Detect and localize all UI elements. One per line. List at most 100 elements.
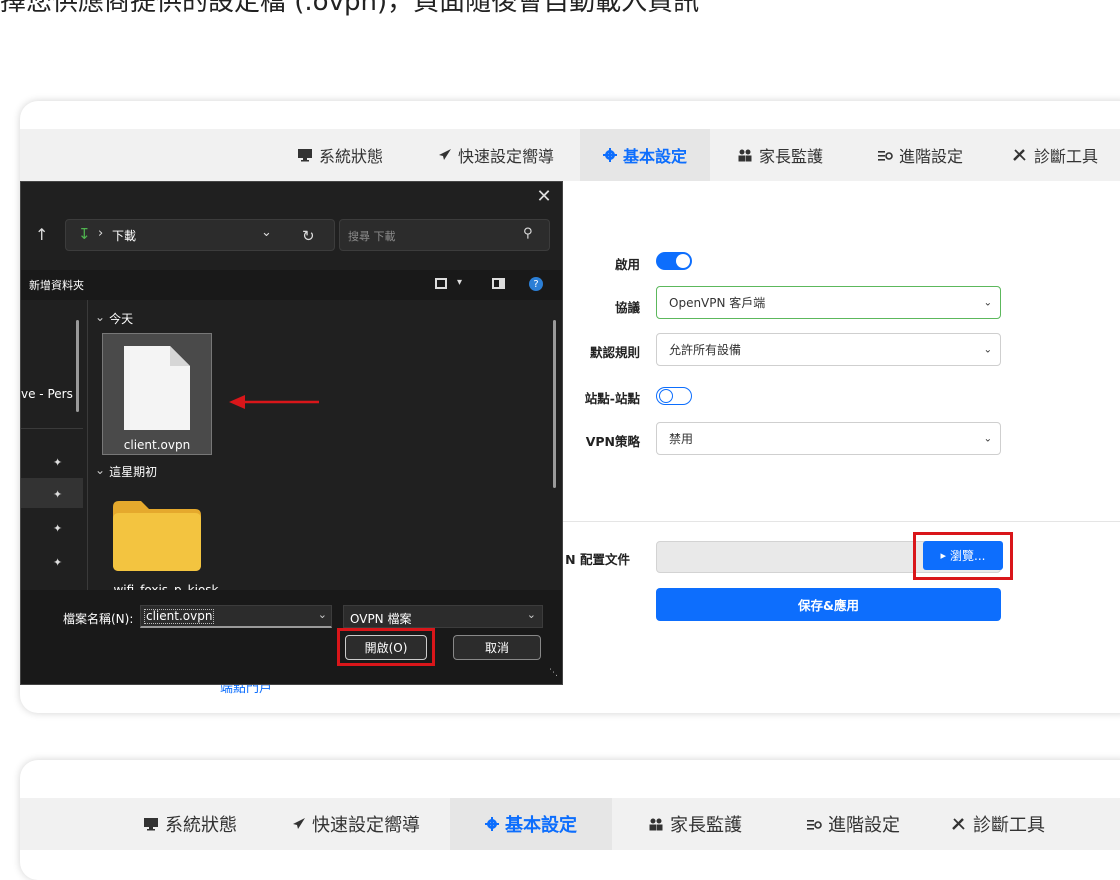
tools-icon [951, 817, 967, 831]
pin-icon: ✦ [53, 488, 63, 501]
nav-pane-divider [21, 428, 83, 429]
file-item-name: client.ovpn [123, 438, 191, 452]
tools-icon [1012, 148, 1028, 162]
nav-item-diagnostics[interactable]: 診斷工具 [928, 798, 1068, 850]
filetype-select-value: OVPN 檔案 [350, 612, 412, 626]
help-icon[interactable]: ? [529, 277, 543, 291]
nav-item-label: 系統狀態 [165, 815, 237, 836]
enable-toggle[interactable] [656, 252, 692, 270]
nav-item-label: 診斷工具 [973, 815, 1045, 836]
nav-item-label: 快速設定嚮導 [457, 147, 554, 166]
nav-item-system-status[interactable]: 系統狀態 [270, 129, 410, 181]
preview-pane-icon[interactable] [492, 278, 505, 289]
open-button[interactable]: 開啟(O) [345, 635, 427, 660]
browse-button-label: 瀏覽... [950, 549, 986, 563]
nav-item-parental-control[interactable]: 家長監護 [710, 129, 850, 181]
nav-item-advanced-settings[interactable]: 進階設定 [850, 129, 990, 181]
cancel-button[interactable]: 取消 [453, 635, 541, 660]
page-caption: 擇您供應商提供的設定檔 (.ovpn)，頁面隨後會自動載入資訊 [0, 0, 700, 17]
file-item-selected[interactable]: client.ovpn [102, 333, 212, 455]
users-icon [737, 148, 753, 162]
open-file-dialog: ✕ ↑ ↧ › 下載 ⌄ ↻ 搜尋 下載 ⚲ 新增資料夾 ▾ ? ve - Pe… [20, 181, 563, 685]
site-to-site-toggle[interactable] [656, 387, 692, 405]
filename-input-value: client.ovpn [144, 609, 215, 624]
new-folder-button[interactable]: 新增資料夾 [29, 277, 84, 293]
nav-item-basic-settings[interactable]: 基本設定 [450, 798, 612, 850]
pin-icon: ✦ [53, 556, 63, 569]
nav-pane-item-onedrive[interactable]: ve - Pers [21, 387, 73, 401]
folder-open-icon: ▸ [940, 549, 947, 562]
protocol-label: 協議 [614, 300, 640, 315]
nav-item-quick-setup[interactable]: 快速設定嚮導 [410, 129, 580, 181]
group-header-today[interactable]: ⌄ 今天 [95, 310, 133, 327]
default-rule-select[interactable]: 允許所有設備 ⌄ [656, 333, 1001, 366]
nav-item-system-status[interactable]: 系統狀態 [120, 798, 260, 850]
up-arrow-icon[interactable]: ↑ [35, 225, 48, 244]
nav-item-label: 家長監護 [758, 147, 823, 166]
gear-icon [485, 817, 499, 831]
view-mode-chevron-icon[interactable]: ▾ [457, 277, 462, 288]
main-nav: 系統狀態 快速設定嚮導 基本設定 家長監護 進階設定 診斷工具 [20, 129, 1120, 181]
browse-button[interactable]: ▸ 瀏覽... [923, 541, 1003, 570]
breadcrumb-location: 下載 [112, 229, 137, 243]
cancel-button-label: 取消 [484, 641, 509, 655]
nav-item-label: 快速設定嚮導 [312, 815, 420, 836]
nav-item-label: 進階設定 [828, 815, 900, 836]
enable-label: 啟用 [614, 257, 640, 272]
filetype-select[interactable]: OVPN 檔案 ⌄ [343, 605, 543, 628]
router-settings-card-2: 系統狀態 快速設定嚮導 基本設定 家長監護 進階設定 診斷工具 [20, 760, 1120, 880]
save-apply-button[interactable]: 保存&應用 [656, 588, 1001, 621]
nav-item-diagnostics[interactable]: 診斷工具 [990, 129, 1120, 181]
toolbar-row [21, 270, 562, 300]
group-header-this-week[interactable]: ⌄ 這星期初 [95, 463, 157, 480]
group-header-label: 今天 [109, 312, 134, 326]
rocket-icon [436, 148, 452, 162]
rocket-icon [290, 817, 306, 831]
nav-item-quick-setup[interactable]: 快速設定嚮導 [260, 798, 450, 850]
save-apply-label: 保存&應用 [798, 598, 859, 613]
refresh-icon[interactable]: ↻ [302, 227, 315, 245]
filename-input[interactable]: client.ovpn ⌄ [140, 605, 332, 628]
pin-icon: ✦ [53, 522, 63, 535]
monitor-icon [143, 817, 159, 831]
filename-label: 檔案名稱(N): [63, 612, 134, 626]
dialog-search-box[interactable]: 搜尋 下載 ⚲ [339, 219, 550, 251]
nav-item-label: 基本設定 [505, 815, 577, 836]
breadcrumb-separator: › [98, 226, 104, 241]
nav-item-advanced-settings[interactable]: 進階設定 [778, 798, 928, 850]
address-bar[interactable]: ↧ › 下載 ⌄ [65, 219, 335, 251]
group-header-label: 這星期初 [109, 465, 158, 479]
nav-item-parental-control[interactable]: 家長監護 [612, 798, 778, 850]
vpn-policy-label: VPN策略 [585, 434, 640, 449]
nav-item-basic-settings[interactable]: 基本設定 [580, 129, 710, 181]
section-divider [560, 521, 1120, 522]
pointer-arrow-icon [229, 395, 319, 409]
monitor-icon [297, 148, 313, 162]
sliders-icon [806, 817, 822, 831]
vpn-policy-select[interactable]: 禁用 ⌄ [656, 422, 1001, 455]
protocol-select-value: OpenVPN 客戶端 [669, 296, 766, 310]
nav-pane-scrollbar[interactable] [76, 320, 79, 412]
resize-grip-icon[interactable]: ⋱ [549, 668, 558, 678]
protocol-select[interactable]: OpenVPN 客戶端 ⌄ [656, 286, 1001, 319]
chevron-down-icon: ⌄ [983, 433, 992, 444]
nav-pane-item[interactable] [21, 478, 83, 508]
file-list-scrollbar[interactable] [553, 320, 556, 488]
toggle-knob [659, 389, 673, 403]
nav-item-label: 系統狀態 [318, 147, 383, 166]
chevron-down-icon: ⌄ [983, 297, 992, 308]
vpn-policy-select-value: 禁用 [669, 432, 694, 446]
users-icon [648, 817, 664, 831]
pane-splitter [87, 300, 88, 590]
address-dropdown-chevron-icon[interactable]: ⌄ [261, 225, 272, 240]
nav-item-label: 基本設定 [622, 147, 687, 166]
chevron-down-icon: ⌄ [95, 310, 106, 324]
folder-icon [113, 501, 201, 571]
chevron-down-icon: ⌄ [95, 463, 106, 477]
chevron-down-icon: ⌄ [317, 608, 327, 621]
search-icon: ⚲ [523, 226, 533, 241]
pin-icon: ✦ [53, 456, 63, 469]
nav-item-label: 進階設定 [898, 147, 963, 166]
dialog-close-button[interactable]: ✕ [529, 184, 559, 208]
view-mode-icon[interactable] [435, 278, 447, 289]
